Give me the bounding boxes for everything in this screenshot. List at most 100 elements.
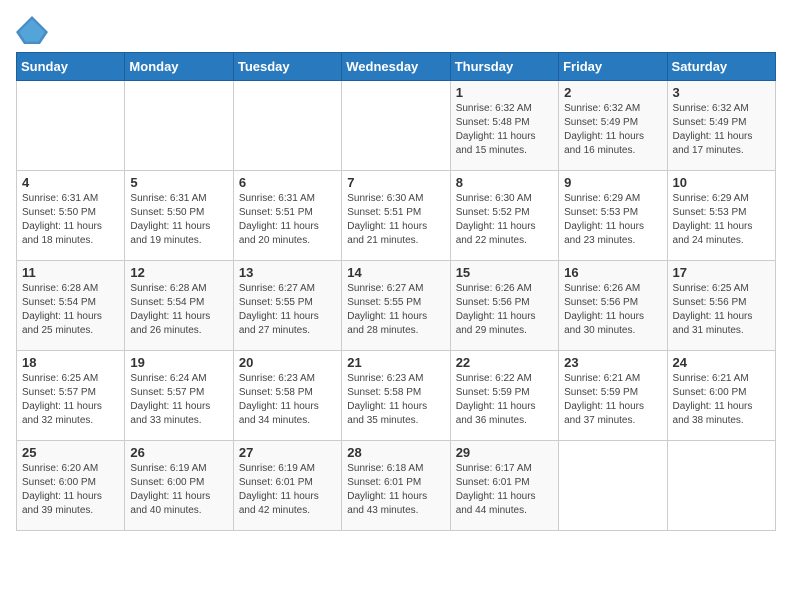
calendar-cell: 17 Sunrise: 6:25 AMSunset: 5:56 PMDayligh…: [667, 261, 775, 351]
day-number: 24: [673, 355, 770, 370]
calendar-cell: 24 Sunrise: 6:21 AMSunset: 6:00 PMDayligh…: [667, 351, 775, 441]
calendar-cell: 12Sunrise: 6:28 AMSunset: 5:54 PMDayligh…: [125, 261, 233, 351]
day-info: Sunrise: 6:32 AMSunset: 5:49 PMDaylight:…: [673, 102, 770, 158]
header-wednesday: Wednesday: [342, 53, 450, 81]
day-info: Sunrise: 6:19 AMSunset: 6:00 PMDaylight:…: [130, 462, 227, 518]
day-number: 23: [564, 355, 661, 370]
day-number: 3: [673, 85, 770, 100]
day-number: 11: [22, 265, 119, 280]
header-sunday: Sunday: [17, 53, 125, 81]
day-number: 6: [239, 175, 336, 190]
day-number: 14: [347, 265, 444, 280]
day-number: 5: [130, 175, 227, 190]
day-number: 10: [673, 175, 770, 190]
day-number: 29: [456, 445, 553, 460]
calendar-row-1: 4 Sunrise: 6:31 AMSunset: 5:50 PMDaylight…: [17, 171, 776, 261]
day-number: 27: [239, 445, 336, 460]
header: [16, 16, 776, 44]
calendar-cell: 3 Sunrise: 6:32 AMSunset: 5:49 PMDaylight…: [667, 81, 775, 171]
day-info: Sunrise: 6:17 AMSunset: 6:01 PMDaylight:…: [456, 462, 553, 518]
calendar-cell: [17, 81, 125, 171]
calendar-cell: 11 Sunrise: 6:28 AMSunset: 5:54 PMDayligh…: [17, 261, 125, 351]
day-number: 18: [22, 355, 119, 370]
day-info: Sunrise: 6:23 AMSunset: 5:58 PMDaylight:…: [239, 372, 336, 428]
calendar-cell: 23Sunrise: 6:21 AMSunset: 5:59 PMDayligh…: [559, 351, 667, 441]
day-info: Sunrise: 6:30 AMSunset: 5:52 PMDaylight:…: [456, 192, 553, 248]
day-info: Sunrise: 6:25 AMSunset: 5:56 PMDaylight:…: [673, 282, 770, 338]
day-info: Sunrise: 6:29 AMSunset: 5:53 PMDaylight:…: [673, 192, 770, 248]
calendar-table: SundayMondayTuesdayWednesdayThursdayFrid…: [16, 52, 776, 531]
calendar-cell: 26 Sunrise: 6:19 AMSunset: 6:00 PMDayligh…: [125, 441, 233, 531]
calendar-cell: 22 Sunrise: 6:22 AMSunset: 5:59 PMDayligh…: [450, 351, 558, 441]
day-info: Sunrise: 6:28 AMSunset: 5:54 PMDaylight:…: [22, 282, 119, 338]
header-thursday: Thursday: [450, 53, 558, 81]
day-number: 8: [456, 175, 553, 190]
calendar-cell: [233, 81, 341, 171]
calendar-cell: 15 Sunrise: 6:26 AMSunset: 5:56 PMDayligh…: [450, 261, 558, 351]
calendar-row-0: 1 Sunrise: 6:32 AMSunset: 5:48 PMDaylight…: [17, 81, 776, 171]
calendar-cell: 2 Sunrise: 6:32 AMSunset: 5:49 PMDaylight…: [559, 81, 667, 171]
day-info: Sunrise: 6:32 AMSunset: 5:49 PMDaylight:…: [564, 102, 661, 158]
calendar-cell: 28 Sunrise: 6:18 AMSunset: 6:01 PMDayligh…: [342, 441, 450, 531]
day-number: 12: [130, 265, 227, 280]
day-info: Sunrise: 6:19 AMSunset: 6:01 PMDaylight:…: [239, 462, 336, 518]
calendar-cell: 19 Sunrise: 6:24 AMSunset: 5:57 PMDayligh…: [125, 351, 233, 441]
day-info: Sunrise: 6:20 AMSunset: 6:00 PMDaylight:…: [22, 462, 119, 518]
calendar-cell: 8 Sunrise: 6:30 AMSunset: 5:52 PMDaylight…: [450, 171, 558, 261]
calendar-cell: 14 Sunrise: 6:27 AMSunset: 5:55 PMDayligh…: [342, 261, 450, 351]
day-info: Sunrise: 6:31 AMSunset: 5:51 PMDaylight:…: [239, 192, 336, 248]
calendar-cell: 27 Sunrise: 6:19 AMSunset: 6:01 PMDayligh…: [233, 441, 341, 531]
day-info: Sunrise: 6:26 AMSunset: 5:56 PMDaylight:…: [564, 282, 661, 338]
calendar-cell: 4 Sunrise: 6:31 AMSunset: 5:50 PMDaylight…: [17, 171, 125, 261]
logo: [16, 16, 52, 44]
header-tuesday: Tuesday: [233, 53, 341, 81]
day-info: Sunrise: 6:23 AMSunset: 5:58 PMDaylight:…: [347, 372, 444, 428]
day-info: Sunrise: 6:24 AMSunset: 5:57 PMDaylight:…: [130, 372, 227, 428]
day-info: Sunrise: 6:27 AMSunset: 5:55 PMDaylight:…: [347, 282, 444, 338]
day-number: 2: [564, 85, 661, 100]
calendar-cell: 1 Sunrise: 6:32 AMSunset: 5:48 PMDaylight…: [450, 81, 558, 171]
calendar-cell: [667, 441, 775, 531]
day-number: 21: [347, 355, 444, 370]
day-info: Sunrise: 6:22 AMSunset: 5:59 PMDaylight:…: [456, 372, 553, 428]
header-friday: Friday: [559, 53, 667, 81]
day-info: Sunrise: 6:31 AMSunset: 5:50 PMDaylight:…: [130, 192, 227, 248]
logo-icon: [16, 16, 48, 44]
day-info: Sunrise: 6:25 AMSunset: 5:57 PMDaylight:…: [22, 372, 119, 428]
day-info: Sunrise: 6:30 AMSunset: 5:51 PMDaylight:…: [347, 192, 444, 248]
day-number: 9: [564, 175, 661, 190]
calendar-cell: [342, 81, 450, 171]
day-number: 22: [456, 355, 553, 370]
day-info: Sunrise: 6:27 AMSunset: 5:55 PMDaylight:…: [239, 282, 336, 338]
calendar-cell: 20Sunrise: 6:23 AMSunset: 5:58 PMDayligh…: [233, 351, 341, 441]
header-saturday: Saturday: [667, 53, 775, 81]
day-info: Sunrise: 6:31 AMSunset: 5:50 PMDaylight:…: [22, 192, 119, 248]
day-number: 26: [130, 445, 227, 460]
calendar-cell: 29 Sunrise: 6:17 AMSunset: 6:01 PMDayligh…: [450, 441, 558, 531]
calendar-row-3: 18 Sunrise: 6:25 AMSunset: 5:57 PMDayligh…: [17, 351, 776, 441]
day-number: 28: [347, 445, 444, 460]
day-number: 4: [22, 175, 119, 190]
day-number: 17: [673, 265, 770, 280]
header-monday: Monday: [125, 53, 233, 81]
calendar-cell: 21 Sunrise: 6:23 AMSunset: 5:58 PMDayligh…: [342, 351, 450, 441]
calendar-cell: 9 Sunrise: 6:29 AMSunset: 5:53 PMDaylight…: [559, 171, 667, 261]
day-info: Sunrise: 6:26 AMSunset: 5:56 PMDaylight:…: [456, 282, 553, 338]
calendar-cell: 16 Sunrise: 6:26 AMSunset: 5:56 PMDayligh…: [559, 261, 667, 351]
calendar-cell: 7Sunrise: 6:30 AMSunset: 5:51 PMDaylight…: [342, 171, 450, 261]
calendar-cell: 18 Sunrise: 6:25 AMSunset: 5:57 PMDayligh…: [17, 351, 125, 441]
calendar-cell: 10 Sunrise: 6:29 AMSunset: 5:53 PMDayligh…: [667, 171, 775, 261]
day-info: Sunrise: 6:18 AMSunset: 6:01 PMDaylight:…: [347, 462, 444, 518]
day-info: Sunrise: 6:29 AMSunset: 5:53 PMDaylight:…: [564, 192, 661, 248]
day-number: 1: [456, 85, 553, 100]
calendar-header-row: SundayMondayTuesdayWednesdayThursdayFrid…: [17, 53, 776, 81]
day-number: 16: [564, 265, 661, 280]
day-number: 15: [456, 265, 553, 280]
calendar-cell: 25Sunrise: 6:20 AMSunset: 6:00 PMDayligh…: [17, 441, 125, 531]
calendar-cell: [125, 81, 233, 171]
calendar-row-2: 11 Sunrise: 6:28 AMSunset: 5:54 PMDayligh…: [17, 261, 776, 351]
day-info: Sunrise: 6:32 AMSunset: 5:48 PMDaylight:…: [456, 102, 553, 158]
day-number: 19: [130, 355, 227, 370]
calendar-cell: 5 Sunrise: 6:31 AMSunset: 5:50 PMDaylight…: [125, 171, 233, 261]
day-info: Sunrise: 6:21 AMSunset: 6:00 PMDaylight:…: [673, 372, 770, 428]
